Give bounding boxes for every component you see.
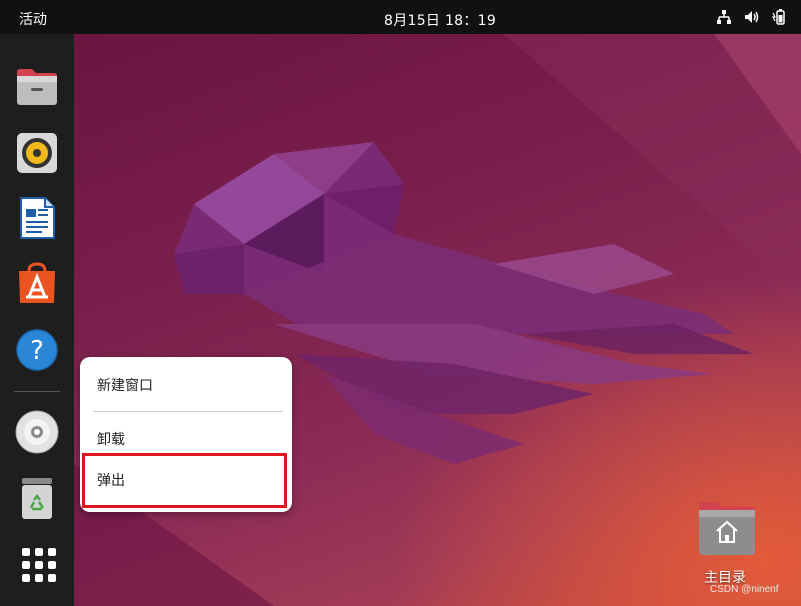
dock-item-software[interactable] xyxy=(14,261,60,307)
highlight-annotation-box xyxy=(82,453,287,508)
system-tray[interactable] xyxy=(715,8,789,26)
battery-icon xyxy=(772,9,785,25)
app-grid-icon[interactable] xyxy=(22,548,56,582)
home-folder-icon xyxy=(699,502,755,555)
disc-icon xyxy=(15,410,59,454)
network-icon xyxy=(717,10,731,24)
trash-icon xyxy=(22,478,52,519)
help-icon: ? xyxy=(16,329,58,371)
watermark: CSDN @ninenf xyxy=(710,584,779,595)
top-bar: 活动 8月15日 18：19 xyxy=(0,0,801,34)
activities-button[interactable]: 活动 xyxy=(19,9,47,29)
menu-item-unmount[interactable]: 卸载 xyxy=(97,429,125,451)
app-store-icon xyxy=(19,262,55,303)
wallpaper xyxy=(74,34,801,606)
document-icon xyxy=(20,197,55,239)
folder-icon xyxy=(17,69,57,105)
jellyfish-wallpaper-art xyxy=(74,34,801,606)
menu-item-new-window[interactable]: 新建窗口 xyxy=(97,375,153,397)
menu-separator xyxy=(93,411,283,412)
dock-item-trash[interactable] xyxy=(14,475,60,521)
dock-item-rhythmbox[interactable] xyxy=(14,130,60,176)
dock-item-help[interactable]: ? xyxy=(14,327,60,373)
dock-item-disc[interactable] xyxy=(14,409,60,455)
desktop-home-folder[interactable] xyxy=(697,499,757,559)
speaker-icon xyxy=(17,133,57,173)
dock-item-writer[interactable] xyxy=(14,195,60,241)
volume-icon xyxy=(745,11,759,23)
desktop-screen: 活动 8月15日 18：19 ? 新建窗口 卸载 弹出 主目录 CSDN @ni… xyxy=(0,0,801,606)
dock-separator xyxy=(14,391,60,392)
dock-item-files[interactable] xyxy=(14,64,60,110)
clock[interactable]: 8月15日 18：19 xyxy=(384,10,496,30)
dock: ? xyxy=(0,34,74,606)
help-glyph: ? xyxy=(30,336,44,366)
